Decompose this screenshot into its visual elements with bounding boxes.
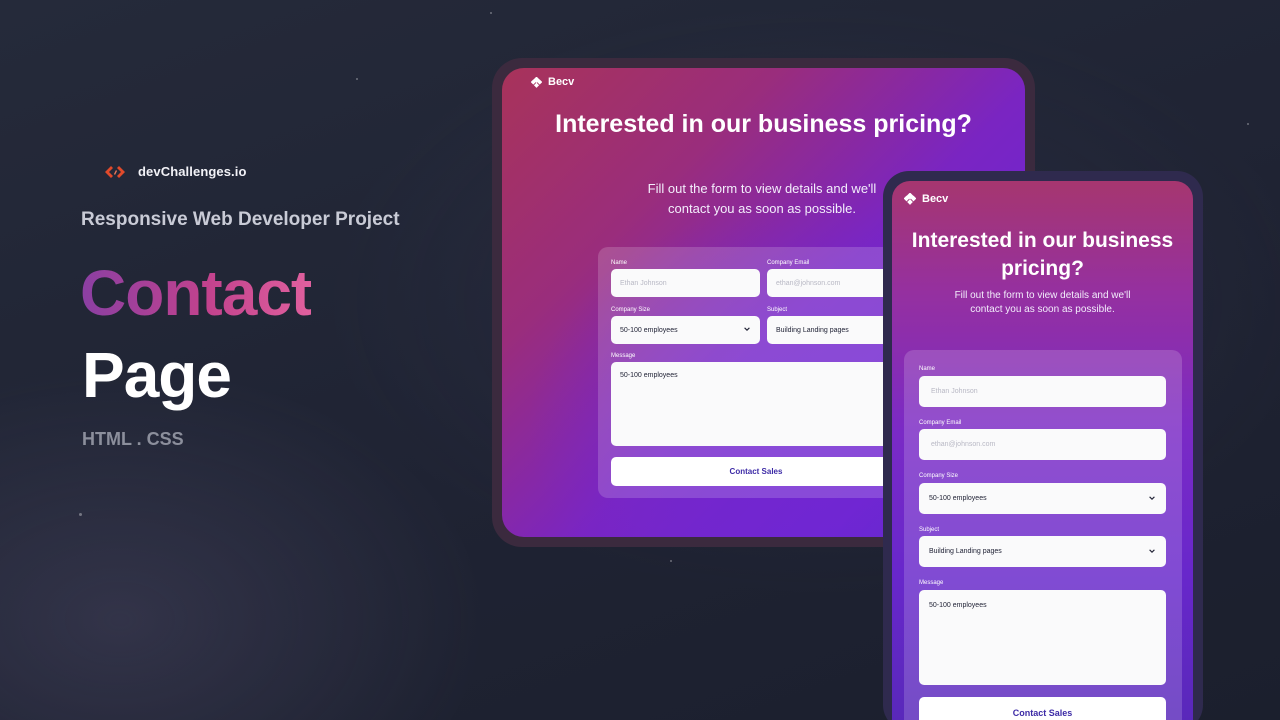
subject-select[interactable]: Building Landing pages — [919, 536, 1166, 567]
phone-heading: Interested in our business pricing? — [911, 229, 1174, 280]
subject-value: Building Landing pages — [929, 548, 1002, 555]
phone-logo: Becv — [904, 193, 948, 205]
becv-logo-icon — [531, 76, 542, 88]
tablet-heading: Interested in our business pricing? — [555, 110, 972, 138]
page-title-line2: Page — [82, 339, 232, 411]
message-textarea[interactable]: 50-100 employees — [919, 590, 1166, 685]
project-tag: Responsive Web Developer Project — [81, 209, 400, 230]
company-size-value: 50-100 employees — [929, 495, 987, 502]
name-label: Name — [919, 366, 936, 372]
email-label: Company Email — [919, 420, 962, 426]
company-size-value: 50-100 employees — [620, 326, 678, 334]
background-star — [670, 560, 672, 562]
contact-sales-button[interactable]: Contact Sales — [611, 457, 901, 486]
contact-sales-button[interactable]: Contact Sales — [919, 697, 1166, 720]
brand: devChallenges.io — [104, 164, 247, 179]
phone-contact-form: Name Ethan Johnson Company Email ethan@j… — [904, 350, 1182, 720]
name-input[interactable]: Ethan Johnson — [919, 376, 1166, 407]
tech-stack: HTML . CSS — [82, 429, 184, 449]
phone-logo-text: Becv — [922, 193, 949, 205]
background-star — [356, 78, 358, 80]
company-size-label: Company Size — [611, 307, 651, 313]
background-star — [79, 513, 82, 516]
message-label: Message — [611, 353, 636, 359]
subject-label: Subject — [919, 527, 940, 533]
name-input[interactable]: Ethan Johnson — [611, 269, 760, 297]
devchallenges-logo-icon — [104, 165, 126, 179]
phone-screen: Becv Interested in our business pricing?… — [892, 181, 1193, 720]
tablet-subheading: Fill out the form to view details and we… — [647, 181, 877, 216]
email-label: Company Email — [767, 260, 810, 266]
company-size-select[interactable]: 50-100 employees — [919, 483, 1166, 514]
email-input[interactable]: ethan@johnson.com — [919, 429, 1166, 460]
tablet-logo: Becv — [531, 76, 574, 88]
page-title-line1: Contact — [80, 257, 312, 329]
brand-name: devChallenges.io — [138, 164, 247, 179]
phone-subheading: Fill out the form to view details and we… — [954, 290, 1131, 315]
becv-logo-icon — [904, 193, 916, 205]
message-textarea[interactable]: 50-100 employees — [611, 362, 901, 446]
chevron-down-icon — [1149, 496, 1155, 500]
chevron-down-icon — [1149, 549, 1155, 553]
message-label: Message — [919, 580, 944, 586]
subject-value: Building Landing pages — [776, 326, 849, 334]
chevron-down-icon — [744, 327, 750, 331]
company-size-select[interactable]: 50-100 employees — [611, 316, 760, 344]
name-label: Name — [611, 260, 628, 266]
background-star — [490, 12, 492, 14]
subject-label: Subject — [767, 307, 788, 313]
company-size-label: Company Size — [919, 473, 959, 479]
tablet-logo-text: Becv — [548, 76, 575, 88]
background-star — [1247, 123, 1249, 125]
